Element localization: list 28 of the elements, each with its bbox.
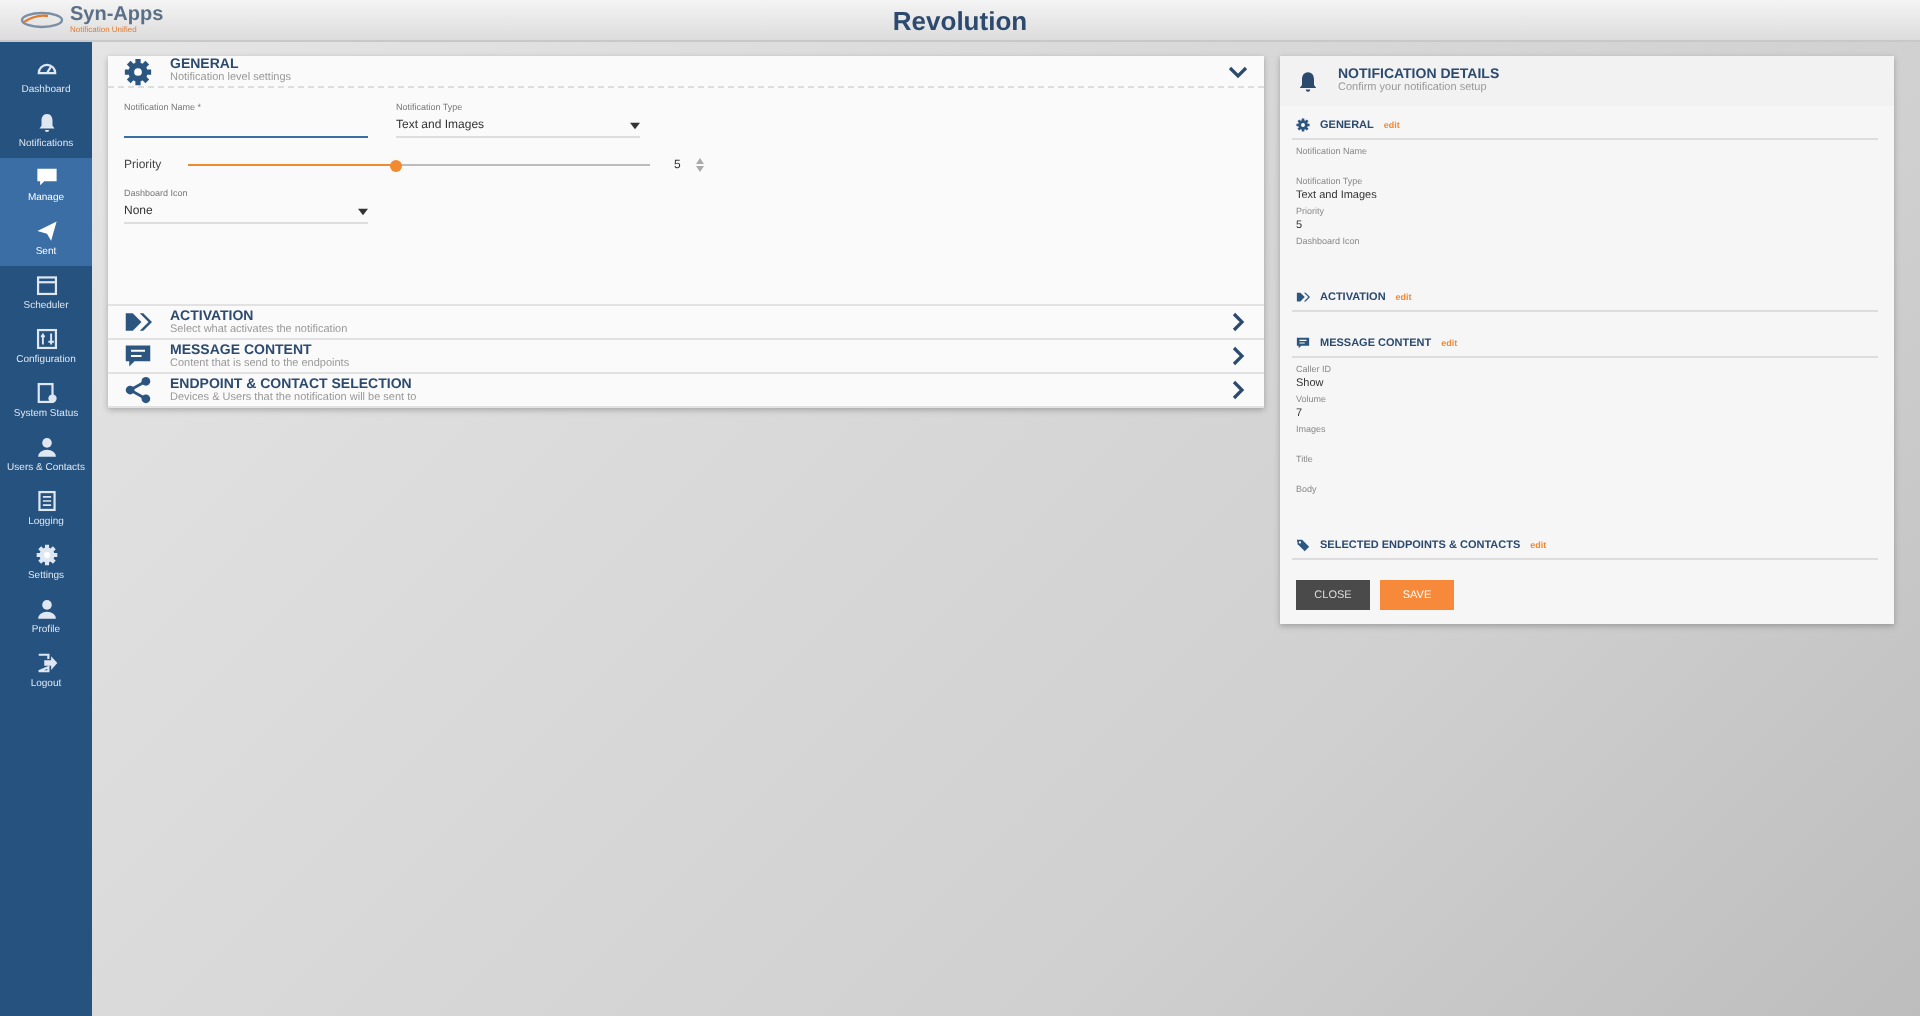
slider-thumb[interactable]: [389, 159, 402, 171]
chat-icon: [35, 166, 57, 188]
gear-icon: [35, 544, 57, 566]
person-icon: [35, 598, 57, 620]
bell-icon: [1296, 69, 1320, 93]
caret-icon: [358, 208, 368, 216]
logo-text: Syn-Apps: [70, 6, 164, 26]
panel-icon: [35, 328, 57, 350]
document-icon: [35, 382, 57, 404]
caret-icon: [630, 122, 640, 130]
person-icon: [35, 436, 57, 458]
forward-icon: [1296, 290, 1310, 304]
gear-icon: [1296, 118, 1310, 132]
swoosh-icon: [20, 10, 64, 30]
chevron-down-icon: [1228, 61, 1248, 81]
chat-icon: [1296, 336, 1310, 350]
bell-icon: [35, 112, 57, 134]
spinner-icon[interactable]: [696, 158, 705, 172]
paper-plane-icon: [35, 220, 57, 242]
calendar-icon: [35, 274, 57, 296]
app-title: Revolution: [892, 5, 1028, 35]
list-icon: [35, 490, 57, 512]
dashboard-icon: [35, 58, 57, 80]
forward-icon: [124, 308, 152, 336]
chat-icon: [124, 342, 152, 370]
tag-icon: [1296, 538, 1310, 552]
exit-icon: [35, 652, 57, 674]
share-icon: [124, 376, 152, 404]
